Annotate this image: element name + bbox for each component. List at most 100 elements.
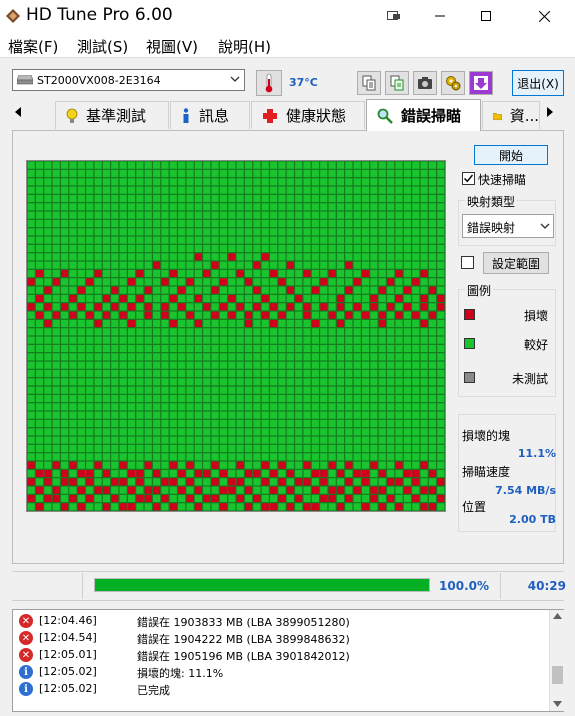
menu-help[interactable]: 說明(H) [218, 36, 271, 57]
good-block [261, 369, 269, 378]
good-block [144, 203, 152, 211]
good-block [420, 428, 428, 436]
good-block [311, 261, 320, 269]
good-block [194, 228, 202, 236]
screenshot-button[interactable] [413, 71, 437, 95]
compact-view-button[interactable] [371, 0, 417, 32]
menu-view[interactable]: 視圖(V) [146, 36, 198, 57]
scroll-up-icon[interactable] [553, 613, 562, 619]
menu-test[interactable]: 測試(S) [77, 36, 128, 57]
tab-folder-usage[interactable]: 資... [482, 101, 540, 129]
maximize-button[interactable] [463, 0, 509, 32]
good-block [161, 336, 169, 344]
good-block [253, 453, 261, 461]
good-block [320, 169, 328, 178]
good-block [77, 453, 85, 461]
good-block [253, 219, 261, 228]
damaged-block [278, 461, 286, 469]
tab-scroll-right-icon[interactable] [546, 106, 554, 118]
good-block [353, 319, 361, 328]
good-block [403, 186, 411, 194]
good-block [295, 361, 303, 369]
good-block [261, 378, 269, 386]
good-block [178, 369, 186, 378]
tab-error-scan[interactable]: 錯誤掃瞄 [366, 99, 481, 131]
good-block [270, 386, 278, 394]
options-button[interactable] [441, 71, 465, 95]
good-block [94, 261, 102, 269]
good-block [412, 411, 420, 419]
good-block [178, 328, 186, 336]
exit-button[interactable]: 退出(X) [512, 70, 564, 96]
good-block [345, 303, 353, 311]
good-block [111, 344, 119, 353]
error-icon: ✕ [19, 614, 33, 628]
good-block [102, 161, 111, 169]
good-block [186, 269, 194, 278]
good-block [127, 444, 136, 453]
scroll-down-icon[interactable] [553, 701, 562, 707]
good-block [69, 286, 77, 294]
good-block [395, 219, 403, 228]
damaged-block [387, 478, 395, 486]
tab-info[interactable]: 訊息 [170, 101, 250, 129]
good-block [119, 386, 127, 394]
good-block [236, 378, 244, 386]
range-checkbox[interactable] [461, 256, 474, 269]
good-block [61, 211, 69, 219]
set-range-button[interactable]: 設定範圍 [483, 252, 549, 274]
tab-scroll-left-icon[interactable] [14, 106, 22, 118]
damaged-block [211, 461, 219, 469]
tab-health[interactable]: 健康狀態 [251, 101, 365, 129]
damaged-block [52, 494, 60, 503]
good-block [236, 169, 244, 178]
menu-file[interactable]: 檔案(F) [8, 36, 58, 57]
good-block [52, 244, 60, 253]
map-type-select[interactable]: 錯誤映射 [462, 214, 554, 238]
good-block [320, 203, 328, 211]
good-block [86, 203, 94, 211]
save-button[interactable] [469, 71, 493, 95]
good-block [353, 244, 361, 253]
legend-title: 圖例 [465, 282, 494, 299]
good-block [345, 403, 353, 411]
damaged-block [270, 319, 278, 328]
good-block [320, 319, 328, 328]
good-block [412, 453, 420, 461]
good-block [403, 503, 411, 511]
good-block [228, 236, 236, 244]
drive-select[interactable]: ST2000VX008-2E3164 [12, 69, 245, 91]
good-block [194, 328, 202, 336]
damaged-block [295, 494, 303, 503]
good-block [161, 269, 169, 278]
copy-text-button[interactable] [357, 71, 381, 95]
good-block [420, 411, 428, 419]
quick-scan-label[interactable]: 快速掃瞄 [478, 171, 526, 188]
damaged-block [395, 478, 403, 486]
good-block [353, 219, 361, 228]
good-block [412, 419, 420, 428]
log-scrollbar[interactable] [549, 610, 564, 711]
good-block [161, 344, 169, 353]
good-block [169, 178, 177, 186]
good-block [253, 269, 261, 278]
tab-benchmark[interactable]: 基準測試 [55, 101, 169, 129]
start-button[interactable]: 開始 [474, 145, 548, 165]
legend-untested-label: 未測試 [511, 372, 548, 386]
good-block [136, 203, 144, 211]
good-block [278, 161, 286, 169]
quick-scan-checkbox[interactable] [462, 172, 475, 185]
copy-info-button[interactable] [385, 71, 409, 95]
copy-text-icon [362, 75, 376, 91]
good-block [244, 228, 253, 236]
good-block [194, 278, 202, 286]
good-block [194, 303, 202, 311]
good-block [320, 486, 328, 494]
good-block [228, 353, 236, 361]
good-block [77, 403, 85, 411]
scrollbar-thumb[interactable] [552, 666, 563, 684]
close-button[interactable] [521, 0, 567, 32]
good-block [345, 186, 353, 194]
damaged-block [86, 469, 94, 478]
minimize-button[interactable] [417, 0, 463, 32]
